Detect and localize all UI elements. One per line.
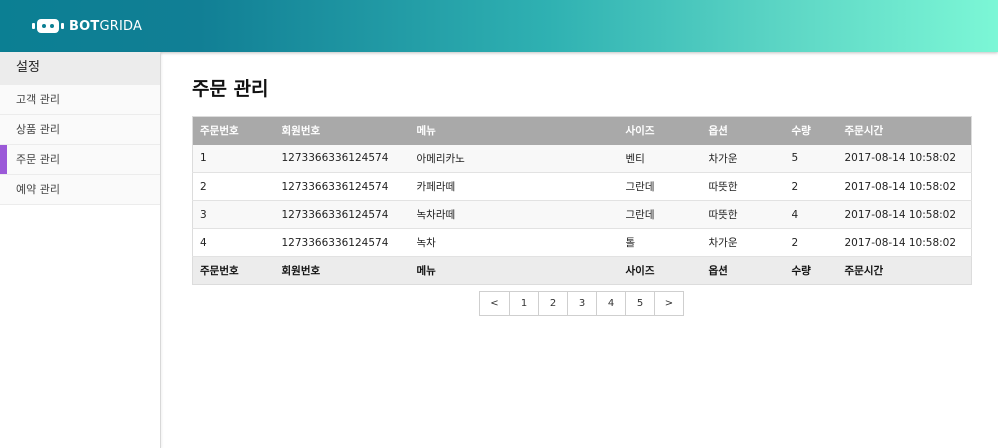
table-row[interactable]: 2 1273366336124574 카페라떼 그란데 따뜻한 2 2017-0… — [192, 172, 972, 201]
column-footer: 메뉴 — [416, 265, 436, 277]
table-cell: 녹차 — [416, 237, 436, 249]
orders-table-container: 주문번호 회원번호 메뉴 사이즈 옵션 수량 주문시간 1 1273366336… — [192, 116, 972, 285]
sidebar-item-products[interactable]: 상품 관리 — [0, 115, 160, 145]
column-header[interactable]: 수량 — [785, 117, 838, 145]
table-row[interactable]: 3 1273366336124574 녹차라떼 그란데 따뜻한 4 2017-0… — [192, 200, 972, 229]
table-row[interactable]: 1 1273366336124574 아메리카노 벤티 차가운 5 2017-0… — [192, 144, 972, 173]
table-cell: 2 — [791, 236, 799, 249]
sidebar: 설정 고객 관리 상품 관리 주문 관리 예약 관리 — [0, 52, 161, 448]
table-cell: 따뜻한 — [708, 181, 738, 193]
page-2-button[interactable]: 2 — [538, 291, 568, 316]
sidebar-item-orders[interactable]: 주문 관리 — [0, 145, 160, 175]
table-footer-row: 주문번호 회원번호 메뉴 사이즈 옵션 수량 주문시간 — [192, 256, 972, 285]
table-cell: 1273366336124574 — [281, 152, 389, 165]
orders-table: 주문번호 회원번호 메뉴 사이즈 옵션 수량 주문시간 1 1273366336… — [192, 116, 972, 285]
table-cell: 5 — [791, 152, 799, 165]
table-cell: 1 — [200, 152, 207, 165]
table-cell: 3 — [200, 208, 207, 221]
column-header[interactable]: 주문번호 — [193, 117, 275, 145]
page-3-button[interactable]: 3 — [567, 291, 597, 316]
table-cell: 2 — [791, 180, 799, 193]
brand-name: BOTGRIDA — [69, 18, 143, 34]
pagination: < 1 2 3 4 5 > — [479, 291, 684, 316]
page-title: 주문 관리 — [192, 78, 269, 100]
table-cell: 1273366336124574 — [281, 208, 389, 221]
page-4-button[interactable]: 4 — [596, 291, 626, 316]
table-cell: 톨 — [625, 237, 636, 249]
column-footer: 옵션 — [708, 265, 728, 277]
table-cell: 1273366336124574 — [281, 180, 389, 193]
sidebar-header: 설정 — [0, 52, 160, 85]
column-header[interactable]: 주문시간 — [838, 117, 972, 145]
table-cell: 4 — [791, 208, 799, 221]
robot-icon — [32, 18, 64, 34]
table-cell: 차가운 — [708, 237, 738, 249]
sidebar-item-customers[interactable]: 고객 관리 — [0, 85, 160, 115]
table-cell: 2017-08-14 10:58:02 — [844, 208, 957, 221]
next-page-button[interactable]: > — [654, 291, 684, 316]
column-footer: 수량 — [791, 265, 811, 277]
sidebar-item-reservations[interactable]: 예약 관리 — [0, 175, 160, 205]
column-header[interactable]: 사이즈 — [619, 117, 702, 145]
table-cell: 1273366336124574 — [281, 236, 389, 249]
table-cell: 그란데 — [625, 181, 655, 193]
table-cell: 따뜻한 — [708, 209, 738, 221]
column-header[interactable]: 메뉴 — [410, 117, 619, 145]
table-cell: 차가운 — [708, 152, 738, 165]
brand-logo[interactable]: BOTGRIDA — [32, 16, 142, 36]
table-cell: 2017-08-14 10:58:02 — [844, 180, 957, 193]
table-cell: 2017-08-14 10:58:02 — [844, 152, 957, 165]
table-cell: 그란데 — [625, 209, 655, 221]
table-cell: 2017-08-14 10:58:02 — [844, 236, 957, 249]
column-header[interactable]: 회원번호 — [275, 117, 410, 145]
column-footer: 주문시간 — [844, 265, 884, 277]
table-cell: 카페라떼 — [416, 181, 456, 193]
top-bar: BOTGRIDA — [0, 0, 998, 52]
page-5-button[interactable]: 5 — [625, 291, 655, 316]
table-header-row: 주문번호 회원번호 메뉴 사이즈 옵션 수량 주문시간 — [192, 116, 972, 145]
table-row[interactable]: 4 1273366336124574 녹차 톨 차가운 2 2017-08-14… — [192, 228, 972, 257]
table-cell: 녹차라떼 — [416, 209, 456, 221]
prev-page-button[interactable]: < — [479, 291, 510, 316]
table-cell: 4 — [200, 236, 207, 249]
column-footer: 사이즈 — [625, 265, 655, 277]
table-cell: 2 — [200, 180, 207, 193]
table-cell: 아메리카노 — [416, 152, 465, 165]
column-header[interactable]: 옵션 — [702, 117, 785, 145]
table-cell: 벤티 — [625, 152, 645, 165]
page-1-button[interactable]: 1 — [509, 291, 539, 316]
column-footer: 주문번호 — [200, 265, 239, 277]
column-footer: 회원번호 — [281, 265, 321, 277]
